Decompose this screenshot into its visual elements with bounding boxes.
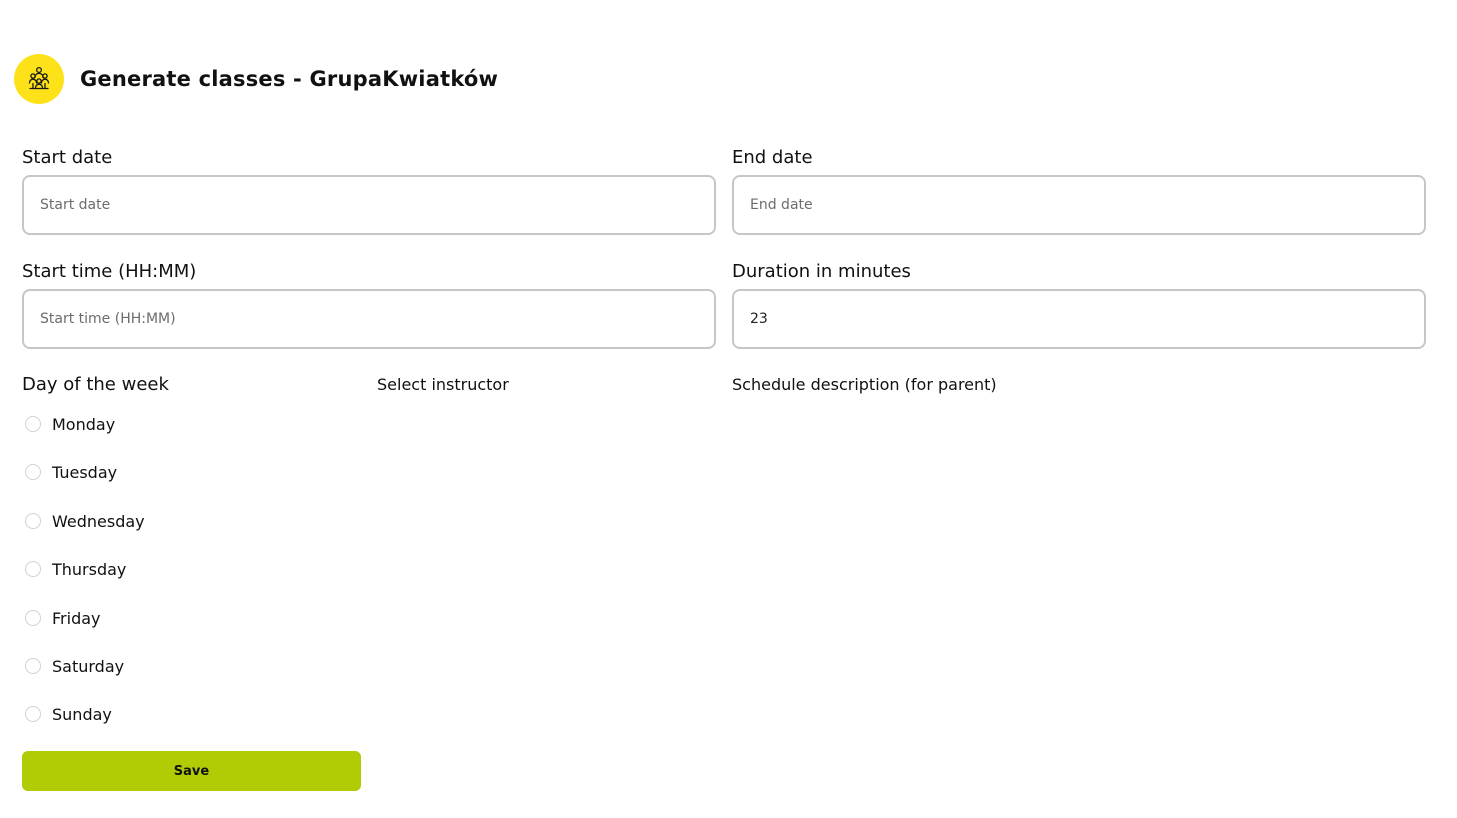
duration-label: Duration in minutes	[732, 261, 911, 282]
schedule-description-label: Schedule description (for parent)	[732, 375, 997, 394]
radio-button[interactable]	[25, 416, 41, 432]
select-instructor-label: Select instructor	[377, 375, 509, 394]
day-option-label: Wednesday	[52, 511, 145, 531]
end-date-input[interactable]	[732, 175, 1426, 235]
day-option-label: Sunday	[52, 704, 112, 724]
day-option-label: Monday	[52, 414, 116, 434]
day-option-tuesday[interactable]: Tuesday	[25, 462, 117, 482]
day-option-friday[interactable]: Friday	[25, 608, 101, 628]
day-option-thursday[interactable]: Thursday	[25, 559, 126, 579]
duration-field: Duration in minutes	[732, 260, 1426, 349]
radio-button[interactable]	[25, 513, 41, 529]
radio-button[interactable]	[25, 561, 41, 577]
logo	[14, 54, 64, 104]
day-option-label: Thursday	[52, 559, 127, 579]
start-date-label: Start date	[22, 147, 113, 168]
page-title: Generate classes - GrupaKwiatków	[80, 67, 499, 91]
start-time-field: Start time (HH:MM)	[22, 260, 716, 349]
day-option-label: Friday	[52, 608, 101, 628]
end-date-label: End date	[732, 147, 813, 168]
day-option-monday[interactable]: Monday	[25, 414, 115, 434]
page-header: Generate classes - GrupaKwiatków	[14, 54, 498, 104]
radio-button[interactable]	[25, 464, 41, 480]
radio-button[interactable]	[25, 658, 41, 674]
group-people-icon	[28, 66, 50, 90]
day-option-label: Tuesday	[52, 462, 118, 482]
end-date-field: End date	[732, 146, 1426, 235]
radio-button[interactable]	[25, 706, 41, 722]
day-option-saturday[interactable]: Saturday	[25, 656, 124, 676]
day-option-wednesday[interactable]: Wednesday	[25, 511, 145, 531]
start-date-field: Start date	[22, 146, 716, 235]
start-date-input[interactable]	[22, 175, 716, 235]
duration-input[interactable]	[732, 289, 1426, 349]
day-option-label: Saturday	[52, 656, 125, 676]
radio-button[interactable]	[25, 610, 41, 626]
start-time-input[interactable]	[22, 289, 716, 349]
start-time-label: Start time (HH:MM)	[22, 261, 197, 282]
day-option-sunday[interactable]: Sunday	[25, 704, 112, 724]
save-button[interactable]: Save	[22, 751, 361, 791]
day-of-week-label: Day of the week	[22, 374, 169, 395]
